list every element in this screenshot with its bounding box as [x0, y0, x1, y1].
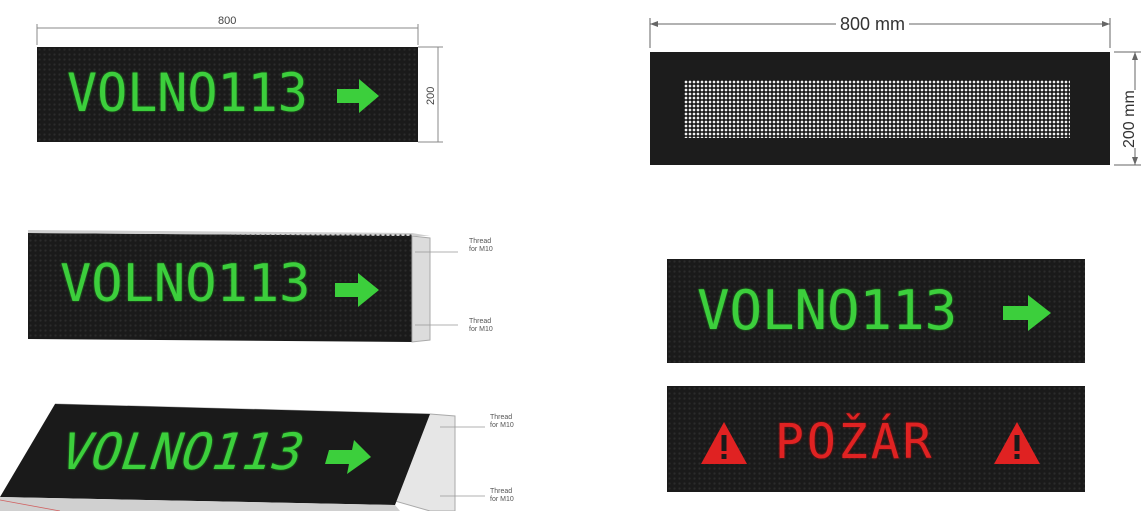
arrow-right-icon	[325, 440, 371, 474]
sign-text-green: VOLNO113	[697, 279, 958, 342]
warning-triangle-icon	[701, 422, 747, 464]
sign-green-display: VOLNO113	[667, 259, 1085, 363]
sign-text-fire: POŽÁR	[775, 414, 935, 470]
warning-triangle-icon	[994, 422, 1040, 464]
thread-label-angled-top: Thread for M10	[490, 414, 514, 429]
thread-label-angled-bottom: Thread for M10	[490, 488, 514, 503]
arrow-right-icon	[1003, 295, 1051, 331]
sign-text-angled-view: VOLNO113	[52, 423, 313, 481]
sign-fire-alarm: POŽÁR	[667, 386, 1085, 492]
